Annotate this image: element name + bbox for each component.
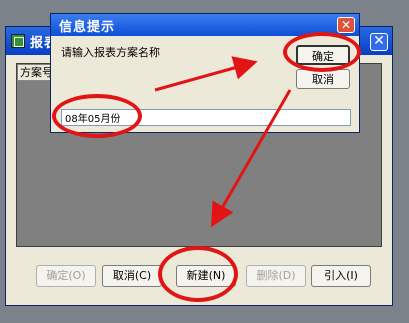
annotation-arrows [154, 56, 292, 228]
arrow-ok-to-new [211, 89, 292, 228]
arrow-input-to-ok [154, 56, 258, 92]
